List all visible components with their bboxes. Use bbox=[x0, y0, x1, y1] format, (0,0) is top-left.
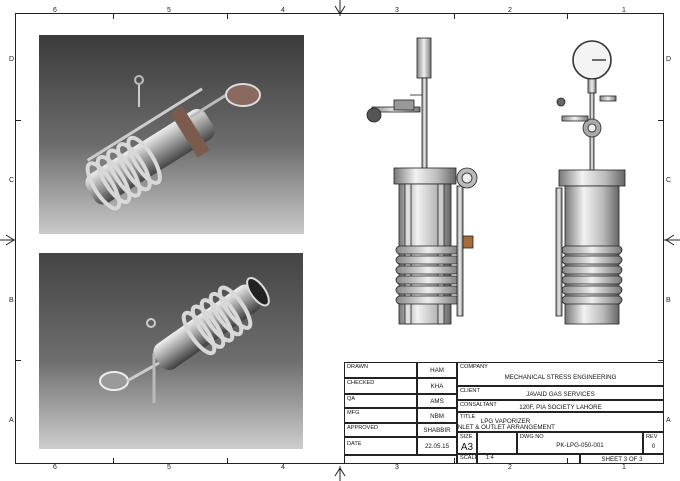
orthographic-views bbox=[366, 37, 626, 325]
sheet-cell: SHEET 3 OF 3 bbox=[580, 454, 664, 464]
drawn-label-cell: DRAWN bbox=[344, 362, 417, 378]
checked-label-cell: CHECKED bbox=[344, 378, 417, 394]
drawing-sheet: 6 5 4 3 2 1 6 5 4 3 2 1 D C B A D C B A bbox=[0, 0, 680, 481]
rev-cell: REV 0 bbox=[643, 432, 664, 454]
size-cell: SIZE A3 bbox=[457, 432, 477, 454]
title-block: DRAWN HAM CHECKED KHA QA AMS MFG NBM APP… bbox=[344, 362, 664, 464]
title-cell: TITLE LPG VAPORIZER INLET & OUTLET ARRAN… bbox=[456, 412, 664, 432]
isometric-render-top bbox=[39, 35, 304, 234]
scale-label-cell: SCALE bbox=[457, 454, 478, 464]
dwg-no-cell: DWG NO PK-LPG-050-001 bbox=[517, 432, 643, 454]
drawn-value-cell: HAM bbox=[417, 362, 457, 378]
scale-value-cell: 1:4 bbox=[477, 454, 580, 464]
consultant-cell: CONSALTANT 120F, PIA SOCIETY LAHORE bbox=[457, 400, 664, 412]
date-value-cell: 22.05.15 bbox=[417, 437, 457, 455]
qa-label-cell: QA bbox=[344, 394, 417, 408]
date-label-cell: DATE bbox=[344, 437, 417, 455]
isometric-render-bottom bbox=[39, 253, 303, 449]
dwg-spacer-cell bbox=[477, 432, 517, 454]
client-cell: CLIENT JAVAID GAS SERVICES bbox=[457, 386, 664, 400]
qa-value-cell: AMS bbox=[417, 394, 457, 408]
company-cell: COMPANY MECHANICAL STRESS ENGINEERING bbox=[457, 362, 664, 386]
signature-footer-cell bbox=[344, 455, 457, 464]
checked-value-cell: KHA bbox=[417, 378, 457, 394]
